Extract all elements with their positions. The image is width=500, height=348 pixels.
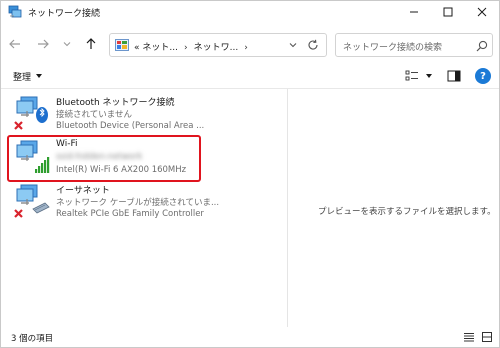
breadcrumb-item[interactable]: ネット... (142, 43, 178, 53)
arrow-left-icon (8, 37, 22, 54)
item-name: イーサネット (56, 186, 110, 196)
command-bar: 整理 ? (1, 65, 499, 89)
address-history-dropdown[interactable] (286, 39, 300, 53)
breadcrumb-separator[interactable]: › (184, 43, 188, 53)
organize-button[interactable]: 整理 (13, 70, 43, 83)
search-box[interactable]: ネットワーク接続の検索 (335, 33, 493, 57)
arrow-up-icon (84, 37, 98, 54)
caret-down-icon (35, 72, 43, 82)
preview-message: プレビューを表示するファイルを選択します。 (318, 207, 496, 217)
address-bar[interactable]: « ネット... › ネットワ... › (109, 33, 327, 57)
item-status: ネットワーク ケーブルが接続されていま... (56, 198, 220, 208)
list-item-ethernet[interactable]: イーサネット ネットワーク ケーブルが接続されていま... Realtek PC… (9, 181, 281, 223)
large-icons-view-button[interactable] (481, 331, 493, 343)
window-title: ネットワーク接続 (28, 9, 101, 19)
preview-pane-icon (447, 70, 461, 86)
preview-pane-button[interactable] (447, 69, 461, 83)
caret-down-icon (425, 72, 433, 82)
list-item-bluetooth[interactable]: Bluetooth ネットワーク接続 接続されていません Bluetooth D… (9, 93, 281, 135)
preview-pane: プレビューを表示するファイルを選択します。 (288, 89, 499, 327)
item-device: Realtek PCIe GbE Family Controller (56, 209, 204, 219)
title-bar[interactable]: ネットワーク接続 (1, 1, 499, 23)
breadcrumb-separator[interactable]: › (244, 43, 248, 53)
maximize-button[interactable] (431, 1, 465, 23)
breadcrumb: « ネット... › ネットワ... › (134, 40, 254, 53)
bluetooth-network-icon (13, 95, 57, 135)
minimize-button[interactable] (397, 1, 431, 23)
refresh-icon (307, 39, 319, 54)
ethernet-network-icon (13, 183, 57, 223)
breadcrumb-item[interactable]: ネットワ... (194, 43, 239, 53)
wifi-highlight-box (7, 135, 201, 182)
breadcrumb-overflow[interactable]: « (134, 43, 140, 53)
connections-list: Bluetooth ネットワーク接続 接続されていません Bluetooth D… (1, 89, 287, 327)
control-panel-icon (115, 39, 129, 51)
help-button[interactable]: ? (475, 68, 491, 84)
navigation-bar: « ネット... › ネットワ... › ネットワーク接続の検索 (1, 29, 499, 61)
network-connections-app-icon (8, 5, 22, 19)
chevron-down-icon (288, 40, 298, 53)
recent-locations-button[interactable] (59, 37, 75, 53)
details-view-button[interactable] (463, 331, 475, 343)
status-bar: 3 個の項目 (1, 327, 499, 347)
up-button[interactable] (83, 37, 99, 53)
refresh-button[interactable] (306, 39, 320, 53)
search-input[interactable]: ネットワーク接続の検索 (343, 40, 442, 53)
chevron-down-icon (62, 39, 72, 52)
organize-label: 整理 (13, 73, 32, 83)
item-name: Bluetooth ネットワーク接続 (56, 98, 175, 108)
forward-button[interactable] (35, 37, 51, 53)
close-button[interactable] (465, 1, 499, 23)
arrow-right-icon (36, 37, 50, 54)
explorer-window: ネットワーク接続 « ネット... › ネットワ... › ネットワーク接続の検… (0, 0, 500, 348)
item-count: 3 個の項目 (11, 334, 54, 344)
search-icon[interactable] (476, 40, 488, 52)
item-device: Bluetooth Device (Personal Area ... (56, 121, 205, 131)
view-options-icon (405, 70, 419, 85)
back-button[interactable] (7, 37, 23, 53)
change-view-button[interactable] (405, 70, 433, 84)
item-status: 接続されていません (56, 110, 132, 120)
